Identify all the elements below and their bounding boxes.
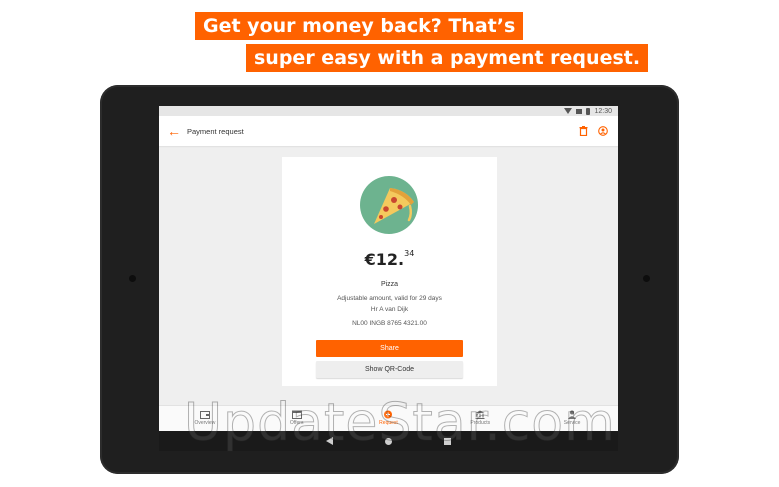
status-bar: 12:30 bbox=[159, 106, 618, 116]
profile-icon[interactable] bbox=[596, 124, 610, 138]
delete-icon[interactable] bbox=[576, 124, 590, 138]
page-title: Payment request bbox=[187, 126, 244, 136]
request-iban: NL00 INGB 8765 4321.00 bbox=[352, 320, 427, 327]
signal-icon bbox=[576, 108, 583, 114]
share-button[interactable]: Share bbox=[316, 340, 463, 357]
payment-request-card: €12.34 Pizza Adjustable amount, valid fo… bbox=[282, 157, 497, 386]
wifi-icon bbox=[564, 108, 573, 114]
request-amount: €12.34 bbox=[282, 249, 497, 269]
battery-icon bbox=[586, 107, 591, 115]
sensor-icon bbox=[643, 275, 650, 282]
show-qr-code-button[interactable]: Show QR-Code bbox=[316, 361, 463, 378]
back-arrow-icon[interactable]: ← bbox=[167, 123, 187, 139]
request-recipient: Hr A van Dijk bbox=[370, 306, 409, 313]
app-bar: ← Payment request bbox=[159, 116, 618, 146]
watermark: UpdateStar.com bbox=[184, 393, 616, 454]
amount-main: €12. bbox=[364, 250, 405, 269]
request-validity: Adjustable amount, valid for 29 days bbox=[337, 295, 442, 302]
pizza-icon bbox=[360, 176, 418, 234]
status-time: 12:30 bbox=[594, 107, 612, 115]
promo-banner-line-2: super easy with a payment request. bbox=[246, 44, 649, 72]
camera-icon bbox=[129, 275, 136, 282]
request-title: Pizza bbox=[380, 281, 399, 288]
amount-cents: 34 bbox=[404, 249, 415, 258]
promo-banner-line-1: Get your money back? That’s bbox=[195, 12, 524, 40]
